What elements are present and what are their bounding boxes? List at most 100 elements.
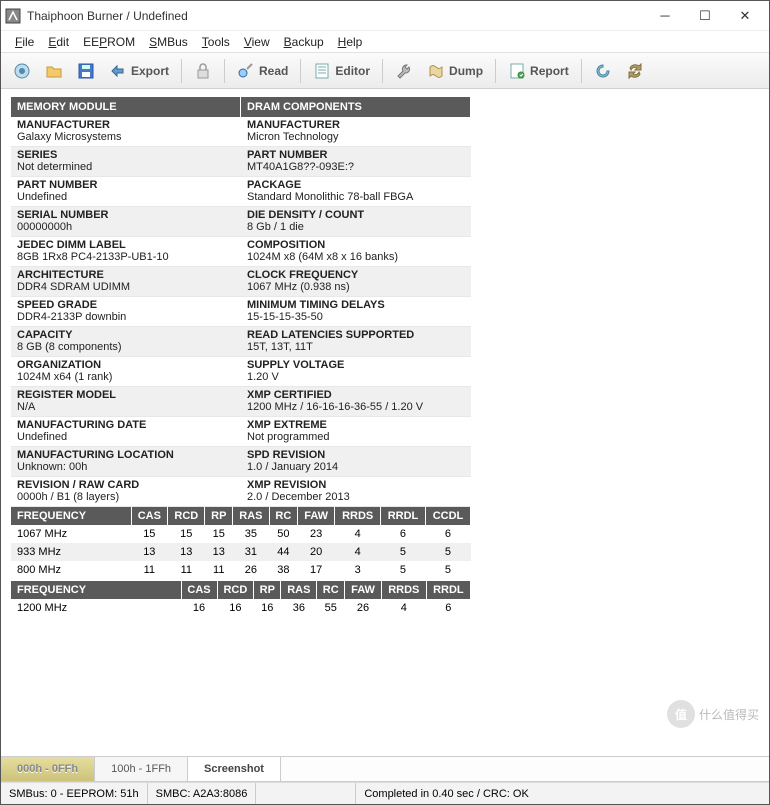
spec-value: Not determined [17,161,235,173]
status-smbc: SMBC: A2A3:8086 [148,783,257,804]
spec-label: SERIES [17,149,235,161]
timing-cell: 26 [233,561,270,579]
timing-cell: 11 [168,561,205,579]
timing-cell: 13 [205,543,233,561]
wrench-icon[interactable] [389,58,419,84]
timing-cell: 11 [131,561,168,579]
status-empty [256,783,356,804]
editor-button[interactable]: Editor [307,58,376,84]
read-button[interactable]: Read [231,58,294,84]
tab-100h-1ffh[interactable]: 100h - 1FFh [95,757,188,781]
spec-label: SUPPLY VOLTAGE [247,359,465,371]
timing-cell: 3 [335,561,381,579]
timing-cell: 38 [269,561,297,579]
spec-label: XMP REVISION [247,479,465,491]
timing-cell: 15 [205,525,233,543]
export-button[interactable]: Export [103,58,175,84]
spec-row: XMP EXTREMENot programmed [241,417,471,447]
menu-eeprom[interactable]: EEPROM [77,33,141,51]
report-button[interactable]: Report [502,58,575,84]
spec-value: DDR4-2133P downbin [17,311,235,323]
spec-value: 1200 MHz / 16-16-16-36-55 / 1.20 V [247,401,465,413]
watermark: 值什么值得买 [667,700,759,728]
menu-backup[interactable]: Backup [278,33,330,51]
spec-row: MANUFACTURERGalaxy Microsystems [11,117,241,147]
refresh-left-icon[interactable] [588,58,618,84]
dram-components-header: DRAM COMPONENTS [241,97,471,117]
spec-row: SPEED GRADEDDR4-2133P downbin [11,297,241,327]
tab-screenshot[interactable]: Screenshot [188,757,281,781]
spec-label: SPEED GRADE [17,299,235,311]
bottom-tabs: 000h - 0FFh 100h - 1FFh Screenshot [1,756,769,782]
spec-value: 2.0 / December 2013 [247,491,465,503]
spec-value: N/A [17,401,235,413]
spec-label: REVISION / RAW CARD [17,479,235,491]
spec-label: MANUFACTURER [17,119,235,131]
minimize-button[interactable]: ─ [645,2,685,30]
spec-value: 1024M x64 (1 rank) [17,371,235,383]
spec-label: REGISTER MODEL [17,389,235,401]
spec-row: ORGANIZATION1024M x64 (1 rank) [11,357,241,387]
menubar: File Edit EEPROM SMBus Tools View Backup… [1,31,769,53]
spec-value: MT40A1G8??-093E:? [247,161,465,173]
timing-cell: 31 [233,543,270,561]
save-icon[interactable] [71,58,101,84]
timing-cell: 50 [269,525,297,543]
spec-row: CAPACITY8 GB (8 components) [11,327,241,357]
spec-value: 8GB 1Rx8 PC4-2133P-UB1-10 [17,251,235,263]
timing-cell: 17 [298,561,335,579]
timing-cell: 5 [380,561,425,579]
menu-help[interactable]: Help [332,33,369,51]
tab-000h-0ffh[interactable]: 000h - 0FFh [1,757,95,781]
spec-value: Galaxy Microsystems [17,131,235,143]
timing-cell: 16 [254,599,281,617]
spec-value: 8 Gb / 1 die [247,221,465,233]
timing-cell: 16 [181,599,217,617]
dump-button[interactable]: Dump [421,58,489,84]
open-icon[interactable] [39,58,69,84]
timing-header: RRDL [426,581,470,599]
spec-label: PART NUMBER [17,179,235,191]
timing-row: 1200 MHz16161636552646 [11,599,471,617]
lock-icon[interactable] [188,58,218,84]
toolbar: Export Read Editor Dump Report [1,53,769,89]
window-title: Thaiphoon Burner / Undefined [27,9,645,23]
timing-cell: 1200 MHz [11,599,181,617]
separator [224,59,225,83]
spec-row: MANUFACTURING DATEUndefined [11,417,241,447]
spec-row: PART NUMBERMT40A1G8??-093E:? [241,147,471,177]
spec-label: CAPACITY [17,329,235,341]
separator [382,59,383,83]
close-button[interactable]: ✕ [725,2,765,30]
timing-cell: 16 [217,599,254,617]
spec-label: DIE DENSITY / COUNT [247,209,465,221]
spec-row: REVISION / RAW CARD0000h / B1 (8 layers) [11,477,241,507]
maximize-button[interactable]: ☐ [685,2,725,30]
timing-cell: 800 MHz [11,561,131,579]
menu-file[interactable]: File [9,33,40,51]
menu-smbus[interactable]: SMBus [143,33,194,51]
timing-header: RP [205,507,233,525]
timing-cell: 15 [168,525,205,543]
spec-label: MANUFACTURING DATE [17,419,235,431]
timing-header: CAS [181,581,217,599]
spec-label: ARCHITECTURE [17,269,235,281]
new-icon[interactable] [7,58,37,84]
menu-tools[interactable]: Tools [196,33,236,51]
timing-cell: 11 [205,561,233,579]
menu-edit[interactable]: Edit [42,33,75,51]
spec-value: 0000h / B1 (8 layers) [17,491,235,503]
spec-label: READ LATENCIES SUPPORTED [247,329,465,341]
menu-view[interactable]: View [238,33,276,51]
timing-row: 933 MHz131313314420455 [11,543,471,561]
spec-value: Undefined [17,191,235,203]
spec-label: ORGANIZATION [17,359,235,371]
timing-cell: 15 [131,525,168,543]
spec-value: 1.20 V [247,371,465,383]
refresh-right-icon[interactable] [620,58,650,84]
spec-row: PART NUMBERUndefined [11,177,241,207]
spec-row: SUPPLY VOLTAGE1.20 V [241,357,471,387]
timing-cell: 13 [168,543,205,561]
spec-label: XMP CERTIFIED [247,389,465,401]
timing-header: FREQUENCY [11,507,131,525]
